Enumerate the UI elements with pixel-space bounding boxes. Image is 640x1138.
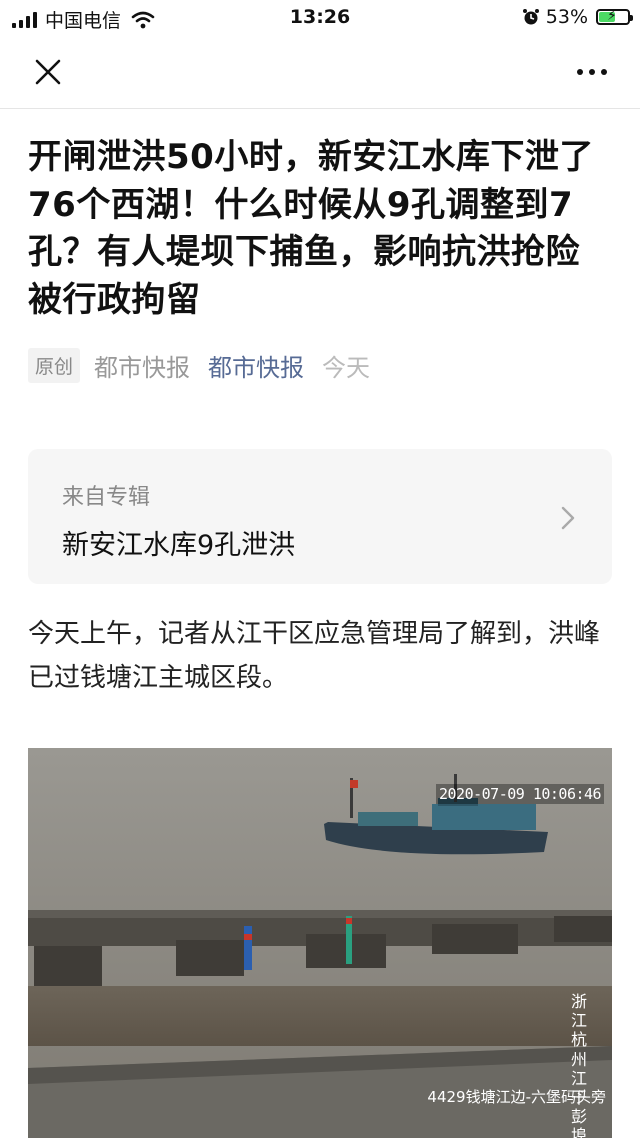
nav-bar — [0, 36, 640, 109]
collection-name: 新安江水库9孔泄洪 — [62, 530, 296, 561]
photo-timestamp: 2020-07-09 10:06:46 — [436, 784, 605, 804]
photo-location: 浙江杭州江干彭埠 — [570, 992, 587, 1138]
original-badge: 原创 — [28, 348, 81, 384]
more-icon[interactable] — [572, 58, 612, 86]
article-meta: 原创 都市快报 都市快报 今天 — [28, 348, 612, 384]
publish-date: 今天 — [322, 354, 371, 383]
collection-label: 来自专辑 — [62, 485, 151, 510]
collection-card[interactable]: 来自专辑 新安江水库9孔泄洪 — [28, 449, 612, 584]
battery-icon: ⚡ — [596, 8, 633, 25]
battery-percent: 53% — [545, 6, 588, 28]
article-paragraph: 今天上午，记者从江干区应急管理局了解到，洪峰已过钱塘江主城区段。 — [28, 619, 601, 694]
alarm-icon — [522, 9, 539, 25]
chevron-right-icon — [561, 506, 575, 530]
photo-camera-label: 4429钱塘江边-六堡码头旁 — [427, 1088, 606, 1106]
account-link[interactable]: 都市快报 — [208, 348, 304, 383]
article-photo[interactable]: 2020-07-09 10:06:46 浙江杭州江干彭埠 4429钱塘江边-六堡… — [28, 748, 612, 1138]
close-icon[interactable] — [30, 54, 66, 90]
article-title: 开闸泄洪50小时，新安江水库下泄了76个西湖！什么时候从9孔调整到7孔？有人堤坝… — [28, 137, 594, 320]
author-name: 都市快报 — [94, 354, 191, 383]
status-bar: 中国电信 13:26 53% ⚡ — [0, 0, 640, 36]
article-header: 开闸泄洪50小时，新安江水库下泄了76个西湖！什么时候从9孔调整到7孔？有人堤坝… — [28, 134, 612, 384]
river-photo-illustration — [28, 748, 612, 1138]
status-right: 53% ⚡ — [522, 6, 633, 28]
